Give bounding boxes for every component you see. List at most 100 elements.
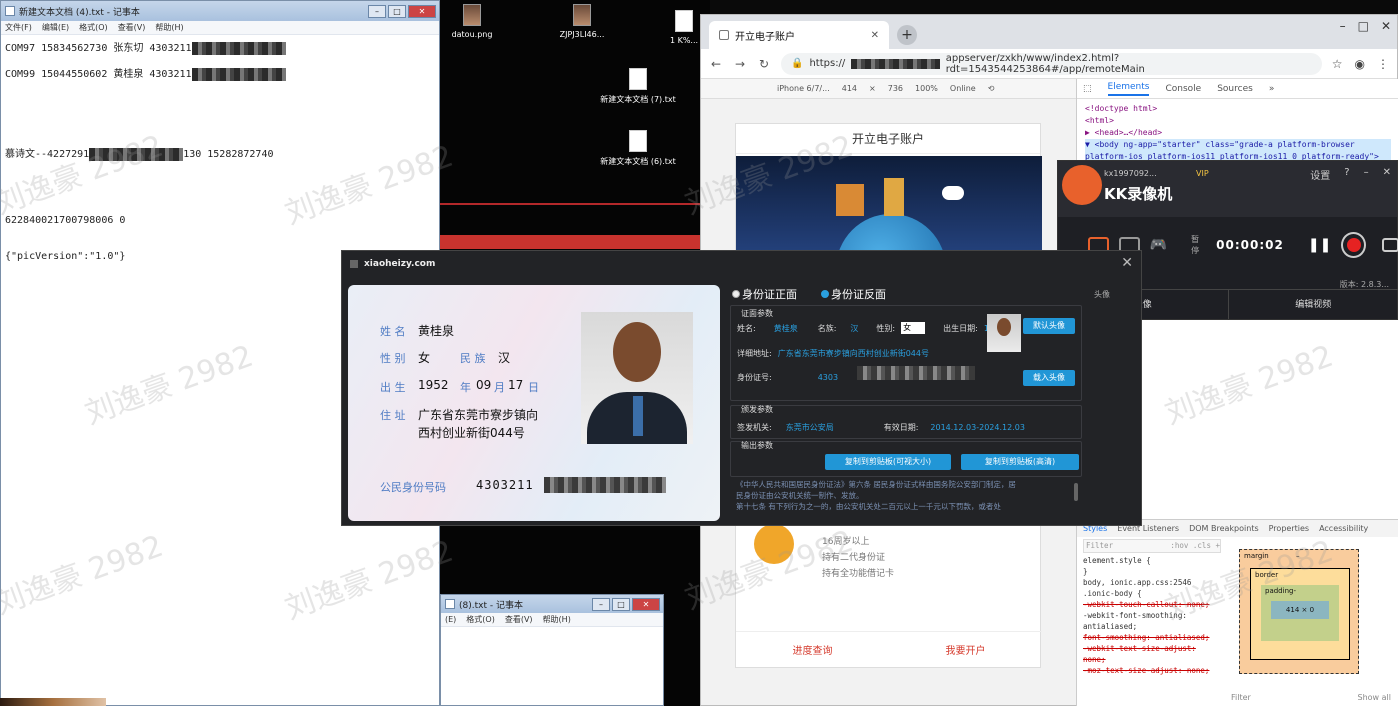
notepad-titlebar[interactable]: 新建文本文档 (4).txt - 记事本 – □ ✕ bbox=[1, 1, 439, 21]
selected-dom-node[interactable]: ▼ <body ng-app="starter" class="grade-a … bbox=[1085, 139, 1391, 151]
cloud-illustration bbox=[942, 186, 964, 200]
recording-timer: 00:00:02 bbox=[1216, 238, 1284, 252]
page-favicon-icon bbox=[719, 30, 729, 40]
gamepad-icon[interactable]: 🎮 bbox=[1150, 237, 1167, 253]
redacted-block bbox=[544, 477, 666, 493]
redacted-block bbox=[89, 147, 184, 161]
menu-edit[interactable]: (E) bbox=[445, 615, 456, 624]
name-field[interactable]: 黄桂泉 bbox=[774, 323, 798, 334]
maximize-button[interactable]: □ bbox=[612, 597, 630, 611]
kk-minimize-button[interactable]: – bbox=[1364, 167, 1369, 182]
requirements-list: 16周岁以上 持有二代身份证 持有全功能借记卡 bbox=[822, 534, 894, 582]
menu-view[interactable]: 查看(V) bbox=[118, 22, 146, 33]
pause-button[interactable]: ❚❚ bbox=[1308, 233, 1331, 257]
list-item: 16周岁以上 bbox=[822, 537, 870, 547]
desktop-file-txt7[interactable]: 新建文本文档 (7).txt bbox=[598, 68, 678, 105]
tab-elements[interactable]: Elements bbox=[1107, 82, 1150, 96]
validity-field[interactable]: 2014.12.03-2024.12.03 bbox=[930, 423, 1025, 432]
tab-properties[interactable]: Properties bbox=[1269, 524, 1309, 533]
menu-file[interactable]: 文件(F) bbox=[5, 22, 32, 33]
menu-help[interactable]: 帮助(H) bbox=[543, 614, 571, 625]
url-input[interactable]: 🔒 https:// appserver/zxkh/www/index2.htm… bbox=[781, 52, 1322, 75]
ethnic-field[interactable]: 汉 bbox=[850, 323, 858, 334]
kk-help-icon[interactable]: ? bbox=[1344, 167, 1349, 182]
camera-icon[interactable] bbox=[1381, 238, 1398, 252]
desktop-file-datou[interactable]: datou.png bbox=[432, 4, 512, 39]
forward-arrow-icon[interactable]: → bbox=[733, 57, 747, 71]
menu-dots-icon[interactable]: ⋮ bbox=[1377, 57, 1389, 71]
kk-tab-edit[interactable]: 编辑视频 bbox=[1228, 289, 1398, 319]
menu-view[interactable]: 查看(V) bbox=[505, 614, 533, 625]
tab-close-icon[interactable]: ✕ bbox=[871, 30, 879, 41]
tab-console[interactable]: Console bbox=[1165, 84, 1201, 94]
vip-badge[interactable]: VIP bbox=[1196, 169, 1209, 178]
maximize-button[interactable]: □ bbox=[1358, 19, 1369, 33]
open-account-link[interactable]: 我要开户 bbox=[946, 642, 986, 657]
zoom-select[interactable]: 100% bbox=[915, 84, 938, 93]
legal-scrollbar[interactable] bbox=[1074, 483, 1078, 501]
inspect-icon[interactable]: ⬚ bbox=[1083, 84, 1092, 94]
minimize-button[interactable]: – bbox=[368, 4, 386, 18]
redacted-block bbox=[851, 58, 940, 69]
network-select[interactable]: Online bbox=[950, 84, 976, 93]
menu-edit[interactable]: 编辑(E) bbox=[42, 22, 69, 33]
small-portrait bbox=[987, 314, 1021, 352]
styles-filter-input[interactable]: Filter :hov .cls + bbox=[1083, 539, 1221, 553]
rotate-icon[interactable]: ⟲ bbox=[988, 84, 995, 93]
load-avatar-button[interactable]: 载入头像 bbox=[1023, 370, 1075, 386]
profile-icon[interactable]: ◉ bbox=[1355, 57, 1365, 71]
close-button[interactable]: ✕ bbox=[1381, 19, 1391, 33]
kk-app-title: KK录像机 bbox=[1104, 185, 1173, 203]
device-select[interactable]: iPhone 6/7/... bbox=[777, 84, 830, 93]
gender-select[interactable]: 女 bbox=[901, 322, 926, 334]
notepad2-titlebar[interactable]: (8).txt - 记事本 – □ ✕ bbox=[441, 595, 663, 613]
back-arrow-icon[interactable]: ← bbox=[709, 57, 723, 71]
dialog-titlebar[interactable]: xiaoheizy.com bbox=[342, 251, 1141, 277]
box-model-diagram: margin – border padding- 414 × 0 bbox=[1239, 549, 1359, 674]
authority-field[interactable]: 东莞市公安局 bbox=[786, 422, 834, 433]
minimize-button[interactable]: – bbox=[592, 597, 610, 611]
text-line: 慕诗文--4227291 130 15282872740 bbox=[5, 147, 274, 161]
new-tab-button[interactable]: + bbox=[897, 25, 917, 45]
tab-accessibility[interactable]: Accessibility bbox=[1319, 524, 1368, 533]
radio-front[interactable]: 身份证正面 bbox=[732, 286, 797, 302]
kk-close-button[interactable]: ✕ bbox=[1383, 167, 1391, 182]
desktop-file-zjpj[interactable]: ZJPJ3LI46... bbox=[542, 4, 622, 39]
progress-query-link[interactable]: 进度查询 bbox=[793, 642, 833, 657]
side-selector: 身份证正面 身份证反面 bbox=[730, 285, 1140, 303]
menu-help[interactable]: 帮助(H) bbox=[155, 22, 183, 33]
card-birth-year: 1952 bbox=[418, 378, 449, 392]
maximize-button[interactable]: □ bbox=[388, 4, 406, 18]
kk-username[interactable]: kx1997092... bbox=[1104, 169, 1157, 178]
building-illustration bbox=[884, 178, 904, 216]
browser-tab-active[interactable]: 开立电子账户 ✕ bbox=[709, 21, 889, 49]
close-button[interactable]: ✕ bbox=[632, 597, 660, 611]
desktop-file-txt6[interactable]: 新建文本文档 (6).txt bbox=[598, 130, 678, 167]
menu-format[interactable]: 格式(O) bbox=[79, 22, 108, 33]
show-all-checkbox[interactable]: Show all bbox=[1358, 693, 1391, 702]
banner-illustration bbox=[736, 156, 1042, 251]
address-field[interactable]: 广东省东莞市寮步镇向西村创业新街044号 bbox=[778, 348, 929, 359]
record-stop-button[interactable] bbox=[1341, 232, 1366, 258]
dom-tree[interactable]: <!doctype html> <html> ▶ <head>…</head> … bbox=[1077, 99, 1398, 167]
id-number-field[interactable]: 4303 bbox=[818, 373, 838, 382]
tab-sources[interactable]: Sources bbox=[1217, 84, 1253, 94]
dialog-close-button[interactable]: ✕ bbox=[1121, 255, 1133, 271]
bookmark-star-icon[interactable]: ☆ bbox=[1332, 57, 1343, 71]
radio-checked-icon bbox=[732, 290, 740, 298]
id-generator-dialog: xiaoheizy.com ✕ 姓 名 黄桂泉 性 别 女 民 族 汉 出 生 … bbox=[341, 250, 1142, 526]
tab-dom-breakpoints[interactable]: DOM Breakpoints bbox=[1189, 524, 1259, 533]
copy-hd-button[interactable]: 复制到剪贴板(高清) bbox=[961, 454, 1079, 470]
kk-settings[interactable]: 设置 bbox=[1310, 167, 1330, 182]
radio-back[interactable]: 身份证反面 bbox=[821, 286, 886, 302]
device-height[interactable]: 736 bbox=[888, 84, 903, 93]
reload-icon[interactable]: ↻ bbox=[757, 57, 771, 71]
default-avatar-button[interactable]: 默认头像 bbox=[1023, 318, 1075, 334]
tab-more[interactable]: » bbox=[1269, 84, 1275, 94]
computed-filter[interactable]: Filter Show all bbox=[1231, 693, 1391, 702]
menu-format[interactable]: 格式(O) bbox=[466, 614, 495, 625]
record-icon bbox=[1346, 238, 1361, 252]
minimize-button[interactable]: – bbox=[1340, 19, 1346, 33]
device-width[interactable]: 414 bbox=[842, 84, 857, 93]
copy-visible-button[interactable]: 复制到剪贴板(可视大小) bbox=[825, 454, 951, 470]
